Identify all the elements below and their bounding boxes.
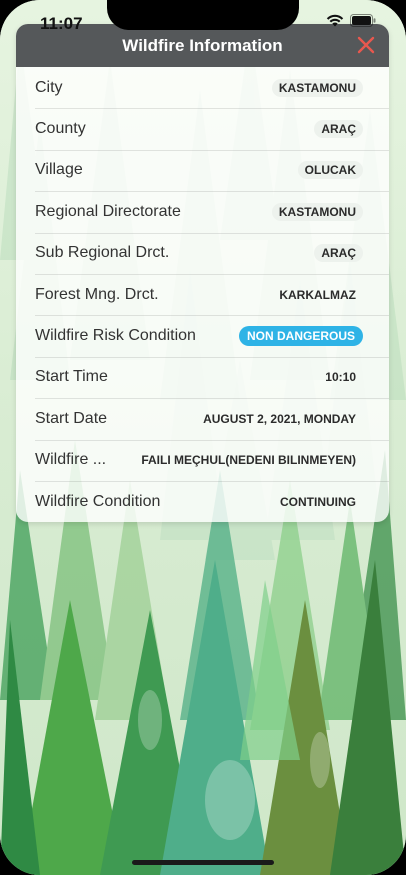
row-label: Regional Directorate [35, 202, 181, 220]
row-wildfire-cause: Wildfire ... FAILI MEÇHUL(NEDENI BILINME… [16, 439, 389, 481]
row-label: Wildfire Condition [35, 492, 161, 510]
value-badge: KASTAMONU [271, 78, 363, 97]
row-county: County ARAÇ [16, 108, 389, 149]
row-label: Wildfire Risk Condition [35, 327, 196, 345]
device-notch [107, 0, 299, 30]
row-regional-directorate: Regional Directorate KASTAMONU [16, 191, 389, 232]
row-label: City [35, 78, 63, 96]
row-wildfire-risk-condition: Wildfire Risk Condition NON DANGEROUS [16, 315, 389, 356]
row-label: County [35, 120, 86, 138]
value-badge: KASTAMONU [271, 202, 363, 221]
value-badge: ARAÇ [314, 244, 363, 263]
row-village: Village OLUCAK [16, 149, 389, 191]
info-list: City KASTAMONU County ARAÇ Village OLUCA… [16, 67, 389, 522]
row-sub-regional-directorate: Sub Regional Drct. ARAÇ [16, 232, 389, 274]
row-wildfire-condition: Wildfire Condition CONTINUING [16, 480, 389, 522]
wifi-icon [326, 14, 344, 27]
dialog-title: Wildfire Information [122, 35, 283, 55]
row-start-time: Start Time 10:10 [16, 356, 389, 398]
value-badge: OLUCAK [297, 161, 363, 180]
row-label: Forest Mng. Drct. [35, 285, 159, 303]
value-badge: ARAÇ [314, 120, 363, 139]
row-label: Start Date [35, 409, 108, 427]
battery-icon [350, 14, 376, 27]
phone-screen: 11:07 Wildfire Information City KASTAMON… [0, 0, 406, 875]
value-badge: FAILI MEÇHUL(NEDENI BILINMEYEN) [141, 453, 356, 468]
status-icons [326, 14, 376, 27]
row-label: Sub Regional Drct. [35, 244, 170, 262]
wildfire-info-dialog: Wildfire Information City KASTAMONU Coun… [16, 24, 389, 522]
status-time: 11:07 [40, 14, 83, 33]
risk-status-badge: NON DANGEROUS [238, 326, 363, 347]
row-label: Start Time [35, 368, 108, 386]
value-badge: CONTINUING [280, 494, 356, 509]
close-icon[interactable] [353, 32, 379, 58]
value-badge: AUGUST 2, 2021, MONDAY [203, 411, 356, 426]
value-badge: KARKALMAZ [279, 287, 356, 302]
row-label: Village [35, 161, 83, 179]
row-forest-management-directorate: Forest Mng. Drct. KARKALMAZ [16, 273, 389, 315]
home-indicator[interactable] [132, 860, 274, 865]
row-city: City KASTAMONU [16, 67, 389, 108]
row-start-date: Start Date AUGUST 2, 2021, MONDAY [16, 398, 389, 439]
value-badge: 10:10 [325, 370, 356, 385]
row-label: Wildfire ... [35, 451, 107, 469]
